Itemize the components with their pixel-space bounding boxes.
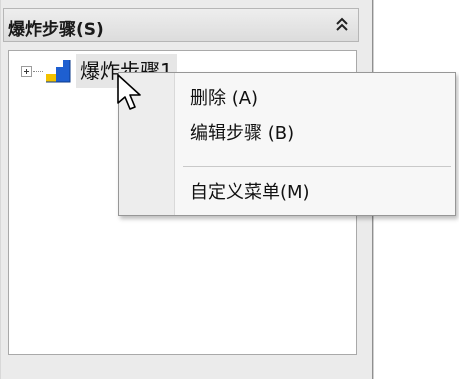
- panel-header[interactable]: 爆炸步骤(S): [3, 8, 359, 42]
- explode-step-icon: [46, 60, 71, 83]
- double-chevron-up-icon[interactable]: [335, 17, 349, 33]
- mouse-pointer-icon: [117, 74, 141, 110]
- panel-edge: [0, 0, 1, 379]
- tree-expander-icon[interactable]: [21, 66, 32, 77]
- panel-title: 爆炸步骤(S): [8, 20, 104, 40]
- context-menu: 删除 (A) 编辑步骤 (B) 自定义菜单(M): [118, 72, 456, 216]
- tree-connector-line: [33, 71, 43, 72]
- menu-separator: [183, 166, 451, 167]
- menu-item-customize-menu[interactable]: 自定义菜单(M): [190, 179, 310, 207]
- menu-item-delete[interactable]: 删除 (A): [190, 85, 258, 113]
- menu-item-edit-step[interactable]: 编辑步骤 (B): [190, 120, 294, 148]
